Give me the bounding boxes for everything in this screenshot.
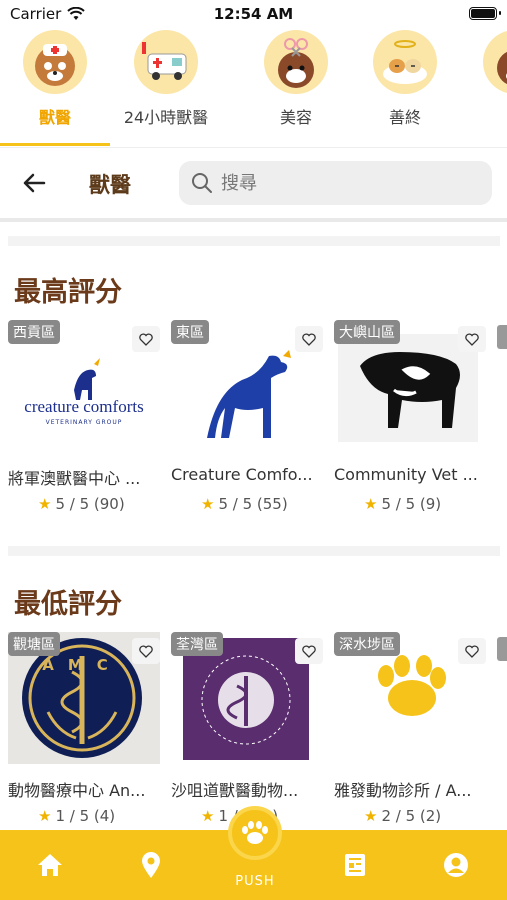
section-separator (8, 546, 500, 556)
page-title: 獸醫 (89, 173, 131, 197)
rating-text: 5 / 5 (90) (55, 495, 125, 513)
favorite-heart-icon[interactable] (132, 638, 160, 664)
grooming-dog-icon (264, 30, 328, 94)
vet-name: Creature Comfo... (171, 465, 313, 484)
news-icon (345, 854, 365, 876)
search-input[interactable] (221, 172, 461, 194)
vet-rating: ★ 2 / 5 (2) (364, 807, 441, 825)
district-badge: 東區 (171, 320, 209, 344)
battery-icon (469, 7, 501, 20)
vet-rating: ★ 5 / 5 (90) (38, 495, 125, 513)
tab-map[interactable] (121, 830, 181, 900)
header-divider (0, 218, 507, 222)
vet-dog-icon (23, 30, 87, 94)
favorite-heart-icon[interactable] (295, 638, 323, 664)
push-label: PUSH (235, 874, 275, 889)
profile-icon (444, 853, 468, 877)
district-badge: 大嶼山區 (334, 320, 400, 344)
status-bar: Carrier 12:54 AM (0, 0, 507, 28)
active-tab-indicator (0, 143, 110, 146)
favorite-heart-icon[interactable] (132, 326, 160, 352)
vet-rating: ★ 1 / 5 (4) (38, 807, 115, 825)
back-arrow-icon[interactable] (20, 169, 50, 199)
rating-text: 5 / 5 (9) (381, 495, 442, 513)
vet-name: 動物醫療中心 An... (8, 781, 146, 800)
category-label: 24小時獸醫 (123, 108, 209, 127)
star-icon: ★ (38, 807, 52, 825)
vet-rating: ★ 5 / 5 (55) (201, 495, 288, 513)
search-icon (192, 173, 212, 193)
district-badge: 觀塘區 (8, 632, 60, 656)
vet-name: 沙咀道獸醫動物... (171, 781, 299, 800)
vet-name: 雅發動物診所 / A... (334, 781, 472, 800)
tab-home[interactable] (20, 830, 80, 900)
next-card-peek (497, 637, 507, 661)
section-separator (8, 236, 500, 246)
category-vet[interactable]: 獸醫 (0, 30, 110, 128)
tab-news[interactable] (325, 830, 385, 900)
section-title-lowest-rated: 最低評分 (14, 589, 122, 620)
tab-profile[interactable] (426, 830, 486, 900)
section-title-top-rated: 最高評分 (14, 277, 122, 308)
star-icon: ★ (364, 495, 378, 513)
logo-text: creature comforts (24, 397, 144, 416)
favorite-heart-icon[interactable] (458, 326, 486, 352)
next-card-peek (497, 325, 507, 349)
category-label: 獸醫 (38, 108, 71, 127)
category-label: 領 (460, 104, 507, 128)
search-box[interactable] (179, 161, 492, 205)
vet-rating: ★ 5 / 5 (9) (364, 495, 441, 513)
vet-name: 將軍澳獸醫中心 ... (8, 469, 141, 488)
logo-subtext: VETERINARY GROUP (45, 419, 123, 426)
ambulance-icon (134, 30, 198, 94)
star-icon: ★ (38, 495, 52, 513)
district-badge: 深水埗區 (334, 632, 400, 656)
rating-text: 2 / 5 (2) (381, 807, 442, 825)
category-grooming[interactable]: 美容 (241, 30, 351, 128)
clock: 12:54 AM (213, 5, 294, 23)
map-pin-icon (142, 852, 160, 878)
page-header: 獸醫 (0, 155, 507, 213)
paw-icon (242, 821, 268, 844)
category-end-of-life[interactable]: 善終 (350, 30, 460, 128)
favorite-heart-icon[interactable] (295, 326, 323, 352)
star-icon: ★ (364, 807, 378, 825)
category-label: 善終 (388, 108, 421, 127)
partial-category-icon (483, 30, 507, 94)
district-badge: 西貢區 (8, 320, 60, 344)
category-strip[interactable]: 獸醫 24小時獸醫 美容 善終 領 (0, 30, 507, 148)
category-label: 美容 (279, 108, 312, 127)
home-icon (38, 854, 62, 876)
push-button[interactable] (228, 806, 282, 860)
category-partial[interactable]: 領 (460, 30, 507, 128)
star-icon: ★ (201, 495, 215, 513)
rating-text: 5 / 5 (55) (218, 495, 288, 513)
angel-pets-icon (373, 30, 437, 94)
favorite-heart-icon[interactable] (458, 638, 486, 664)
vet-name: Community Vet ... (334, 465, 478, 484)
star-icon: ★ (201, 807, 215, 825)
rating-text: 1 / 5 (4) (55, 807, 116, 825)
category-24h-vet[interactable]: 24小時獸醫 (111, 30, 221, 128)
district-badge: 荃灣區 (171, 632, 223, 656)
